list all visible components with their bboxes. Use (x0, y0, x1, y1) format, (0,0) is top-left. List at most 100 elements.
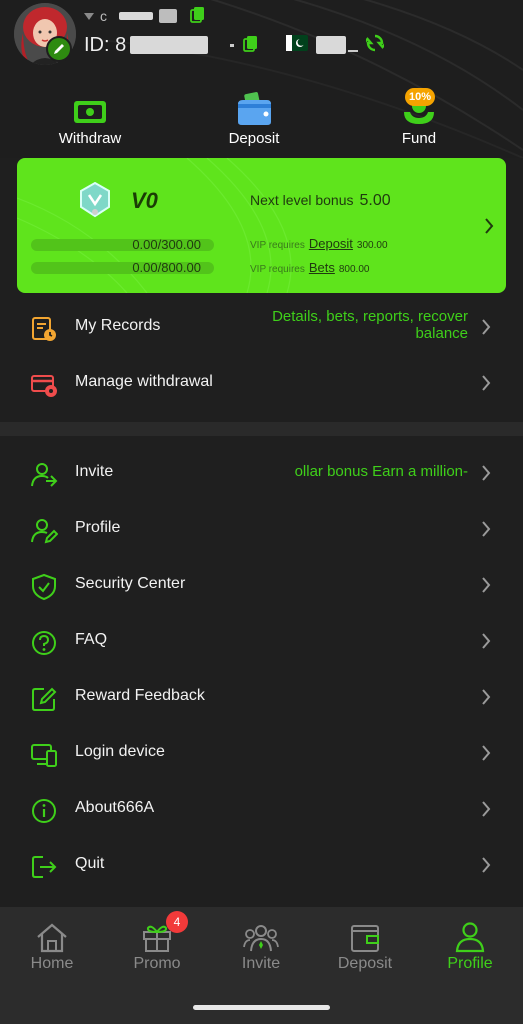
chevron-right-icon (481, 375, 491, 396)
menu-item-faq[interactable]: FAQ (0, 616, 523, 666)
section-divider (0, 422, 523, 436)
people-icon (211, 921, 311, 953)
tab-promo[interactable]: Promo (107, 921, 207, 973)
chevron-right-icon (481, 857, 491, 878)
menu-item-invite[interactable]: Invite ollar bonus Earn a million- (0, 448, 523, 498)
fund-button[interactable]: 10% Fund (364, 88, 474, 147)
chevron-right-icon (481, 521, 491, 542)
menu-item-login-device[interactable]: Login device (0, 728, 523, 778)
my-records-description: Details, bets, reports, recover balance (272, 308, 468, 342)
my-records-label: My Records (75, 317, 161, 334)
user-id-row: ID: 8 (84, 32, 388, 58)
vip-card[interactable]: V0 0.00/300.00 0.00/800.00 Next level bo… (17, 158, 506, 293)
chevron-right-icon (481, 633, 491, 654)
username: c (100, 8, 107, 24)
invite-label: Invite (75, 463, 114, 480)
security-center-label: Security Center (75, 575, 186, 592)
my-records-desc-line2: balance (415, 325, 468, 342)
invite-user-icon (30, 461, 58, 489)
menu-item-profile[interactable]: Profile (0, 504, 523, 554)
tab-home-label: Home (30, 955, 74, 972)
promo-notification-badge: 4 (166, 911, 188, 933)
chevron-right-icon (481, 801, 491, 822)
devices-icon (30, 741, 58, 769)
deposit-button[interactable]: Deposit (199, 92, 309, 147)
deposit-label: Deposit (228, 130, 280, 147)
chevron-right-icon (481, 577, 491, 598)
info-icon (30, 797, 58, 825)
vip-diamond-icon (79, 181, 111, 223)
question-icon (30, 629, 58, 657)
chevron-right-icon (481, 745, 491, 766)
chevron-right-icon[interactable] (484, 218, 494, 239)
tab-profile[interactable]: Profile (420, 921, 520, 973)
wallet-icon (199, 92, 309, 126)
req-prefix-deposit: VIP requires (250, 240, 305, 251)
copy-name-icon[interactable] (189, 5, 207, 28)
menu-item-my-records[interactable]: My Records Details, bets, reports, recov… (0, 302, 523, 352)
logout-icon (30, 853, 58, 881)
about-label: About666A (75, 799, 155, 816)
login-device-label: Login device (75, 743, 165, 760)
next-level-label: Next level bonus (250, 192, 354, 208)
profile-label: Profile (75, 519, 121, 536)
menu-item-about[interactable]: About666A (0, 784, 523, 834)
chevron-right-icon (481, 689, 491, 710)
tab-deposit-label: Deposit (337, 955, 393, 972)
menu-item-quit[interactable]: Quit (0, 840, 523, 890)
withdraw-button[interactable]: Withdraw (35, 92, 145, 147)
home-icon (2, 921, 102, 953)
menu-item-security-center[interactable]: Security Center (0, 560, 523, 610)
pakistan-flag-icon (286, 34, 309, 56)
vip-level: V0 (131, 188, 158, 213)
profile-edit-icon (30, 517, 59, 545)
chevron-right-icon (481, 465, 491, 486)
chevron-right-icon (481, 319, 491, 340)
quit-label: Quit (75, 855, 105, 872)
withdraw-icon (35, 92, 145, 126)
refresh-icon[interactable] (363, 34, 388, 57)
bets-progress-text: 0.00/800.00 (132, 260, 201, 275)
menu-item-reward-feedback[interactable]: Reward Feedback (0, 672, 523, 722)
tab-deposit[interactable]: Deposit (315, 921, 415, 973)
tab-invite[interactable]: Invite (211, 921, 311, 973)
shield-icon (30, 573, 58, 601)
redacted-balance (316, 36, 347, 54)
manage-withdrawal-label: Manage withdrawal (75, 373, 213, 390)
next-level-bonus: Next level bonus 5.00 (250, 192, 391, 210)
deposit-progress-text: 0.00/300.00 (132, 237, 201, 252)
tab-invite-label: Invite (241, 955, 281, 972)
bets-requirement: VIP requires Bets 800.00 (250, 260, 369, 275)
copy-id-icon[interactable] (242, 34, 260, 57)
tab-profile-label: Profile (447, 955, 493, 972)
edit-avatar-icon[interactable] (46, 36, 72, 62)
invite-promo-text: ollar bonus Earn a million- (294, 463, 468, 480)
redacted-name (119, 12, 153, 20)
reward-feedback-label: Reward Feedback (75, 687, 205, 704)
tab-home[interactable]: Home (2, 921, 102, 973)
next-level-value: 5.00 (359, 192, 391, 209)
dropdown-icon[interactable] (84, 12, 94, 20)
wallet-icon (315, 921, 415, 953)
deposit-required-amount: 300.00 (356, 240, 388, 251)
tab-promo-label: Promo (133, 955, 181, 972)
bets-link[interactable]: Bets (309, 260, 335, 275)
home-indicator[interactable] (193, 1005, 330, 1010)
user-id: ID: 8 (84, 33, 127, 56)
records-icon (30, 315, 58, 343)
redacted-name-2 (159, 9, 177, 23)
gift-icon (107, 921, 207, 953)
redacted-id (130, 36, 209, 54)
profile-header: c ID: 8 Withdraw Deposit 10% Fund (0, 0, 523, 158)
deposit-link[interactable]: Deposit (309, 236, 353, 251)
menu-item-manage-withdrawal[interactable]: Manage withdrawal (0, 358, 523, 408)
username-row: c (84, 6, 207, 26)
fund-badge: 10% (405, 88, 435, 106)
withdraw-label: Withdraw (58, 130, 122, 147)
faq-label: FAQ (75, 631, 108, 648)
bets-required-amount: 800.00 (338, 264, 370, 275)
req-prefix-bets: VIP requires (250, 264, 305, 275)
deposit-requirement: VIP requires Deposit 300.00 (250, 236, 388, 251)
fund-label: Fund (401, 130, 437, 147)
my-records-desc-line1: Details, bets, reports, recover (272, 308, 468, 325)
